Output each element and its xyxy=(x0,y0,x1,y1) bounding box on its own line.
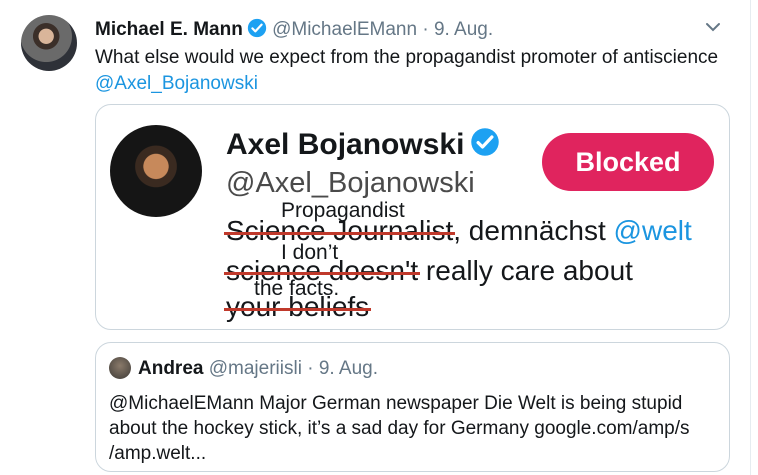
blocked-label: Blocked xyxy=(542,133,714,191)
bio-line-2-rest: really care about xyxy=(418,255,633,286)
bio-line-1-rest: , demnächst xyxy=(453,215,614,246)
profile-handle: @Axel_Bojanowski xyxy=(226,167,475,199)
struck-text-3: your beliefs xyxy=(226,291,370,322)
profile-avatar xyxy=(110,125,202,217)
quote-date[interactable]: 9. Aug. xyxy=(319,358,378,379)
verified-badge-icon xyxy=(247,18,267,44)
quote-text: @MichaelEMann Major German newspaper Die… xyxy=(109,393,690,464)
divider xyxy=(750,0,751,475)
quote-author-handle[interactable]: @majeriisli xyxy=(209,358,302,379)
tweet-text: What else would we expect from the propa… xyxy=(95,45,735,97)
quote-header: Andrea @majeriisli · 9. Aug. xyxy=(138,358,378,380)
quote-separator: · xyxy=(307,358,314,379)
bio-line-3: your beliefs xyxy=(226,291,369,323)
profile-name: Axel Bojanowski xyxy=(226,128,465,161)
author-handle[interactable]: @MichaelEMann xyxy=(272,19,417,40)
bio-mention: @welt xyxy=(613,215,692,246)
profile-name-row: Axel Bojanowski xyxy=(226,127,500,165)
quote-author-name[interactable]: Andrea xyxy=(138,358,203,379)
chevron-down-icon[interactable] xyxy=(704,18,722,36)
separator: · xyxy=(422,19,429,40)
tweet-header: Michael E. Mann @MichaelEMann · 9. Aug. xyxy=(95,18,493,44)
tweet[interactable]: Michael E. Mann @MichaelEMann · 9. Aug. … xyxy=(0,0,750,475)
tweet-date[interactable]: 9. Aug. xyxy=(434,19,493,40)
media-image[interactable]: Axel Bojanowski @Axel_Bojanowski Blocked… xyxy=(95,104,730,330)
verified-badge-icon xyxy=(470,127,500,165)
struck-text-1: Science Journalist xyxy=(226,215,454,246)
tweet-body: What else would we expect from the propa… xyxy=(95,47,719,68)
mention-link[interactable]: @Axel_Bojanowski xyxy=(95,73,258,94)
quoted-tweet[interactable]: Andrea @majeriisli · 9. Aug. @MichaelEMa… xyxy=(95,342,730,472)
author-name[interactable]: Michael E. Mann xyxy=(95,19,243,40)
quote-avatar[interactable] xyxy=(109,357,131,379)
avatar[interactable] xyxy=(21,15,77,71)
